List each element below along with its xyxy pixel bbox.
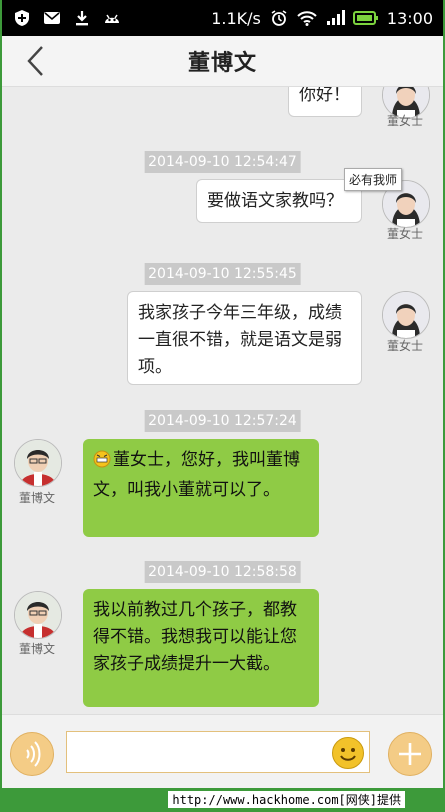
sender-name: 董女士 xyxy=(386,339,423,353)
wifi-icon xyxy=(297,8,317,28)
input-bar xyxy=(2,714,443,789)
message-bubble[interactable]: 董女士，您好，我叫董博文，叫我小董就可以了。 xyxy=(83,439,319,537)
message-text: 你好！ xyxy=(299,87,350,105)
sender-name: 董女士 xyxy=(386,114,423,128)
signal-icon xyxy=(325,8,345,28)
chat-header: 董博文 xyxy=(2,36,443,87)
status-bar: 1.1K/s 13:00 xyxy=(2,0,443,36)
smiley-icon xyxy=(340,748,356,761)
download-icon xyxy=(72,8,92,28)
clock: 13:00 xyxy=(386,8,433,28)
timestamp: 2014-09-10 12:54:47 xyxy=(144,151,301,173)
emoji-button[interactable] xyxy=(332,737,364,769)
avatar[interactable] xyxy=(14,591,62,639)
battery-icon xyxy=(352,8,379,28)
timestamp: 2014-09-10 12:57:24 xyxy=(144,410,301,432)
mail-icon xyxy=(42,8,62,28)
message-bubble[interactable]: 你好！ xyxy=(288,87,362,117)
woman-avatar-icon xyxy=(383,292,429,338)
add-attachment-button[interactable] xyxy=(388,732,432,776)
message-input[interactable] xyxy=(66,731,370,773)
message-bubble[interactable]: 我家孩子今年三年级，成绩一直很不错，就是语文是弱项。 xyxy=(127,291,362,385)
network-speed: 1.1K/s xyxy=(211,8,261,28)
footer-bar: http://www.hackhome.com[网侠]提供 xyxy=(0,788,445,812)
sender-name: 董博文 xyxy=(18,491,55,505)
sender-name: 董女士 xyxy=(386,227,423,241)
voice-button[interactable] xyxy=(10,732,54,776)
message-text: 董女士，您好，我叫董博文，叫我小董就可以了。 xyxy=(93,450,300,500)
boy-avatar-icon xyxy=(15,592,61,638)
message-text: 我家孩子今年三年级，成绩一直很不错，就是语文是弱项。 xyxy=(138,303,342,377)
timestamp: 2014-09-10 12:58:58 xyxy=(144,561,301,583)
message-bubble[interactable]: 我以前教过几个孩子，都教得不错。我想我可以能让您家孩子成绩提升一大截。 xyxy=(83,589,319,707)
watermark: http://www.hackhome.com[网侠]提供 xyxy=(168,791,405,808)
back-button[interactable] xyxy=(20,44,54,78)
avatar[interactable] xyxy=(382,291,430,339)
page-title: 董博文 xyxy=(187,51,257,76)
tooltip: 必有我师 xyxy=(344,168,403,191)
shield-plus-icon xyxy=(12,8,32,28)
message-bubble[interactable]: 要做语文家教吗？ xyxy=(196,179,362,223)
message-text: 我以前教过几个孩子，都教得不错。我想我可以能让您家孩子成绩提升一大截。 xyxy=(93,600,297,674)
timestamp: 2014-09-10 12:55:45 xyxy=(144,263,301,285)
alarm-icon xyxy=(269,8,289,28)
grin-emoji-icon xyxy=(93,450,111,477)
android-icon xyxy=(102,8,122,28)
sound-wave-icon xyxy=(26,741,41,767)
plus-icon xyxy=(399,743,421,765)
message-text: 要做语文家教吗？ xyxy=(207,191,343,211)
chevron-left-icon xyxy=(27,46,43,76)
sender-name: 董博文 xyxy=(18,642,55,656)
avatar[interactable] xyxy=(14,439,62,487)
boy-avatar-icon xyxy=(15,440,61,486)
